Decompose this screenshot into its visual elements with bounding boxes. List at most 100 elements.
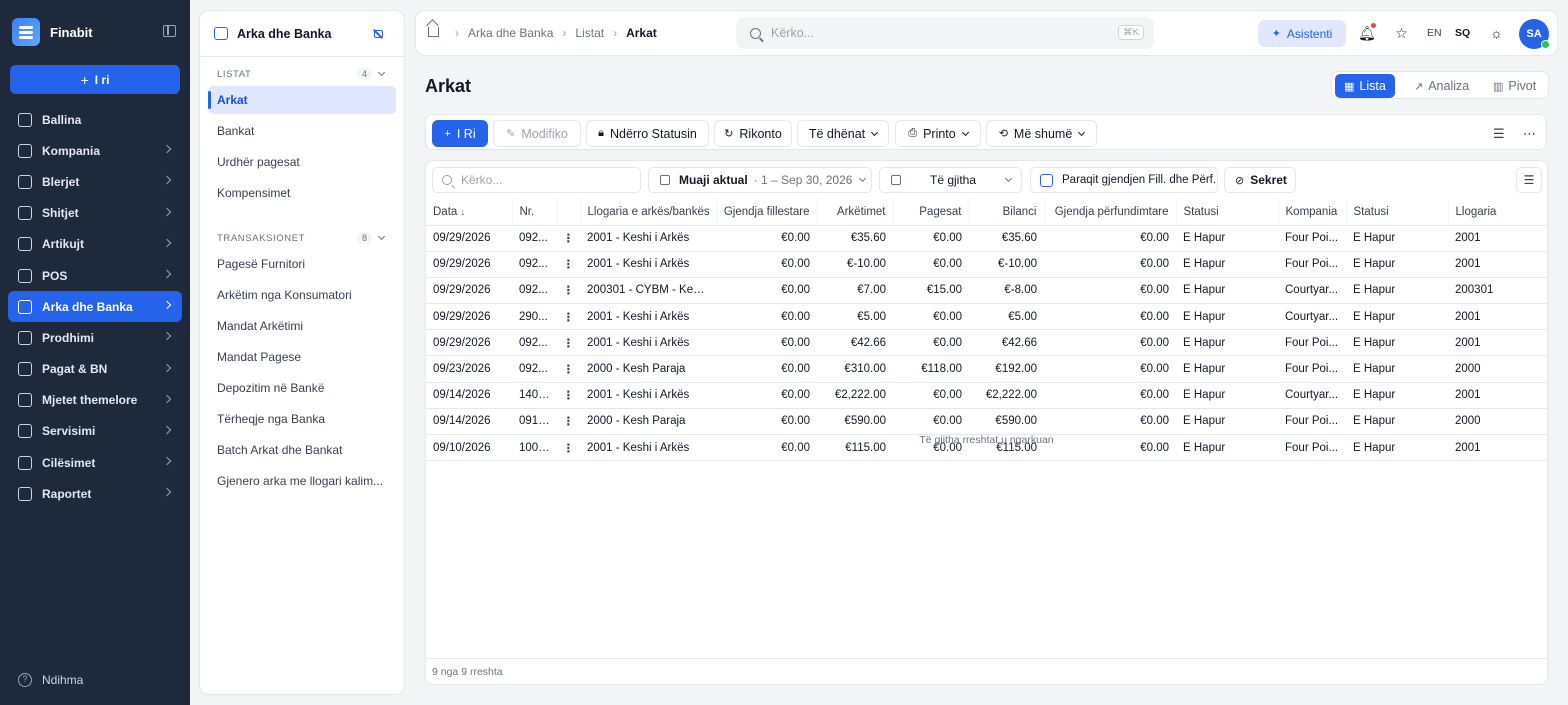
all-filter[interactable]: Të gjitha: [879, 167, 1022, 193]
secret-toggle[interactable]: ⊘ Sekret: [1224, 167, 1296, 193]
module-panel-item[interactable]: Urdhër pagesat: [208, 148, 396, 176]
data-dropdown[interactable]: Të dhënat: [797, 120, 889, 147]
table-row[interactable]: 09/29/2026 092... ⋮ 2001 - Keshi i Arkës €0.…: [426, 251, 1547, 278]
help-link[interactable]: ? Ndihma: [18, 673, 83, 687]
search-icon: [750, 27, 761, 39]
view-pivot-button[interactable]: ▥ Pivot: [1484, 74, 1545, 98]
more-horizontal-icon[interactable]: ⋯: [1523, 126, 1537, 142]
lang-en[interactable]: EN: [1427, 27, 1442, 39]
new-button[interactable]: + I Ri: [432, 120, 488, 147]
assistant-button[interactable]: ✦ Asistenti: [1258, 20, 1346, 47]
column-header[interactable]: Statusi: [1176, 199, 1279, 226]
brand[interactable]: Finabit: [12, 17, 182, 47]
column-header[interactable]: Kompania: [1278, 199, 1347, 226]
more-dropdown[interactable]: ⟲ Më shumë: [986, 120, 1097, 147]
show-balance-checkbox[interactable]: [1040, 173, 1053, 187]
edit-button[interactable]: ✎ Modifiko: [493, 120, 581, 147]
module-panel-item[interactable]: Kompensimet: [208, 179, 396, 207]
column-header[interactable]: Pagesat: [893, 199, 970, 226]
column-settings-icon[interactable]: ☰: [1516, 167, 1542, 193]
column-header[interactable]: Bilanci: [969, 199, 1045, 226]
column-header[interactable]: [557, 199, 581, 226]
row-menu-icon[interactable]: ⋮: [557, 408, 580, 436]
sidebar-item[interactable]: Arka dhe Banka: [8, 291, 182, 323]
view-analysis-button[interactable]: ↗ Analiza: [1405, 74, 1478, 98]
table-row[interactable]: 09/14/2026 1409... ⋮ 2001 - Keshi i Arkës €0…: [426, 382, 1547, 409]
row-menu-icon[interactable]: ⋮: [557, 329, 580, 357]
module-panel-item[interactable]: Mandat Arkëtimi: [208, 312, 396, 340]
sidebar-item[interactable]: Kompania: [8, 135, 182, 166]
module-panel-item[interactable]: Arkat: [208, 86, 396, 114]
table-cell: 092...: [512, 355, 557, 383]
column-header[interactable]: Data ↓: [426, 199, 513, 226]
lang-sq[interactable]: SQ: [1455, 27, 1470, 39]
row-menu-icon[interactable]: ⋮: [557, 355, 580, 383]
sidebar-item[interactable]: Shitjet: [8, 198, 182, 229]
sidebar-item-label: Kompania: [42, 143, 101, 158]
sidebar-item[interactable]: POS: [8, 260, 182, 291]
module-panel-item[interactable]: Arkëtim nga Konsumatori: [208, 281, 396, 309]
sidebar-item[interactable]: Ballina: [8, 104, 182, 135]
avatar[interactable]: SA: [1519, 19, 1550, 49]
sliders-icon[interactable]: ☰: [1493, 126, 1505, 142]
show-balance-toggle[interactable]: Paraqit gjendjen Fill. dhe Përf.: [1030, 167, 1218, 193]
table-row[interactable]: 09/29/2026 092... ⋮ 2001 - Keshi i Arkës €0.…: [426, 329, 1547, 357]
table-cell: E Hapur: [1346, 277, 1448, 305]
change-status-button[interactable]: 🔒︎ Ndërro Statusin: [586, 120, 709, 147]
print-dropdown[interactable]: ⎙ Printo: [895, 120, 981, 147]
bell-icon[interactable]: 🔔︎: [1358, 23, 1376, 42]
table-cell: €-8.00: [969, 277, 1044, 305]
sidebar-item[interactable]: Pagat & BN: [8, 354, 182, 385]
unpin-icon[interactable]: [372, 28, 384, 40]
table-row[interactable]: 09/29/2026 290... ⋮ 2001 - Keshi i Arkës €0.…: [426, 303, 1547, 331]
table-cell: €590.00: [817, 408, 893, 436]
column-header[interactable]: Gjendja përfundimtare: [1044, 199, 1177, 226]
column-header[interactable]: Statusi: [1346, 199, 1449, 226]
sort-desc-icon[interactable]: ↓: [460, 207, 465, 218]
grid-search-input[interactable]: Kërko...: [432, 167, 641, 193]
module-panel-item[interactable]: Bankat: [208, 117, 396, 145]
row-menu-icon[interactable]: ⋮: [557, 251, 580, 278]
sidebar-item[interactable]: Artikujt: [8, 229, 182, 260]
module-panel-item[interactable]: Tërheqje nga Banka: [208, 405, 396, 433]
table-row[interactable]: 09/14/2026 0914... ⋮ 2000 - Kesh Paraja €0.0…: [426, 408, 1547, 436]
column-header[interactable]: Arkëtimet: [817, 199, 894, 226]
sun-icon[interactable]: ☼: [1488, 25, 1505, 42]
change-status-label: Ndërro Statusin: [610, 126, 697, 141]
sidebar-item[interactable]: Raportet: [8, 478, 182, 509]
row-menu-icon[interactable]: ⋮: [557, 277, 580, 305]
row-menu-icon[interactable]: ⋮: [557, 225, 580, 252]
chevron-down-icon[interactable]: [377, 68, 386, 77]
table-row[interactable]: 09/29/2026 092... ⋮ 2001 - Keshi i Arkës €0.…: [426, 225, 1547, 252]
module-panel-item[interactable]: Depozitim në Bankë: [208, 374, 396, 402]
table-row[interactable]: 09/23/2026 092... ⋮ 2000 - Kesh Paraja €0.00…: [426, 355, 1547, 383]
home-icon[interactable]: [428, 27, 439, 37]
global-search-input[interactable]: Kërko... ⌘K: [736, 17, 1154, 49]
module-panel-item[interactable]: Pagesë Furnitori: [208, 250, 396, 278]
row-menu-icon[interactable]: ⋮: [557, 382, 580, 409]
star-icon[interactable]: ☆: [1393, 25, 1410, 42]
module-panel-item[interactable]: Gjenero arka me llogari kalim...: [208, 467, 396, 495]
sidebar-item[interactable]: Blerjet: [8, 166, 182, 197]
column-header[interactable]: Gjendja fillestare: [716, 199, 818, 226]
sidebar-collapse-icon[interactable]: [163, 25, 176, 37]
view-list-button[interactable]: ▦ Lista: [1335, 74, 1395, 98]
chevron-down-icon[interactable]: [377, 232, 386, 241]
home-grid-icon: [18, 112, 32, 127]
column-header[interactable]: Llogaria: [1448, 199, 1547, 226]
table-row[interactable]: 09/29/2026 092... ⋮ 200301 - CYBM - Kesh...…: [426, 277, 1547, 305]
module-panel-item[interactable]: Batch Arkat dhe Bankat: [208, 436, 396, 464]
sidebar-item[interactable]: Servisimi: [8, 416, 182, 447]
sidebar-item[interactable]: Cilësimet: [8, 447, 182, 478]
breadcrumb-item[interactable]: Listat: [575, 26, 604, 40]
recalculate-button[interactable]: ↻ Rikonto: [714, 120, 792, 147]
new-item-button[interactable]: + I ri: [10, 65, 180, 94]
row-menu-icon[interactable]: ⋮: [557, 303, 580, 331]
column-header[interactable]: Llogaria e arkës/bankës: [580, 199, 717, 226]
module-panel-item[interactable]: Mandat Pagese: [208, 343, 396, 371]
sidebar-item[interactable]: Prodhimi: [8, 322, 182, 353]
period-filter[interactable]: Muaji aktual · 1 – Sep 30, 2026: [648, 167, 872, 193]
column-header[interactable]: Nr.: [512, 199, 558, 226]
breadcrumb-item[interactable]: Arka dhe Banka: [468, 26, 553, 40]
sidebar-item[interactable]: Mjetet themelore: [8, 385, 182, 416]
